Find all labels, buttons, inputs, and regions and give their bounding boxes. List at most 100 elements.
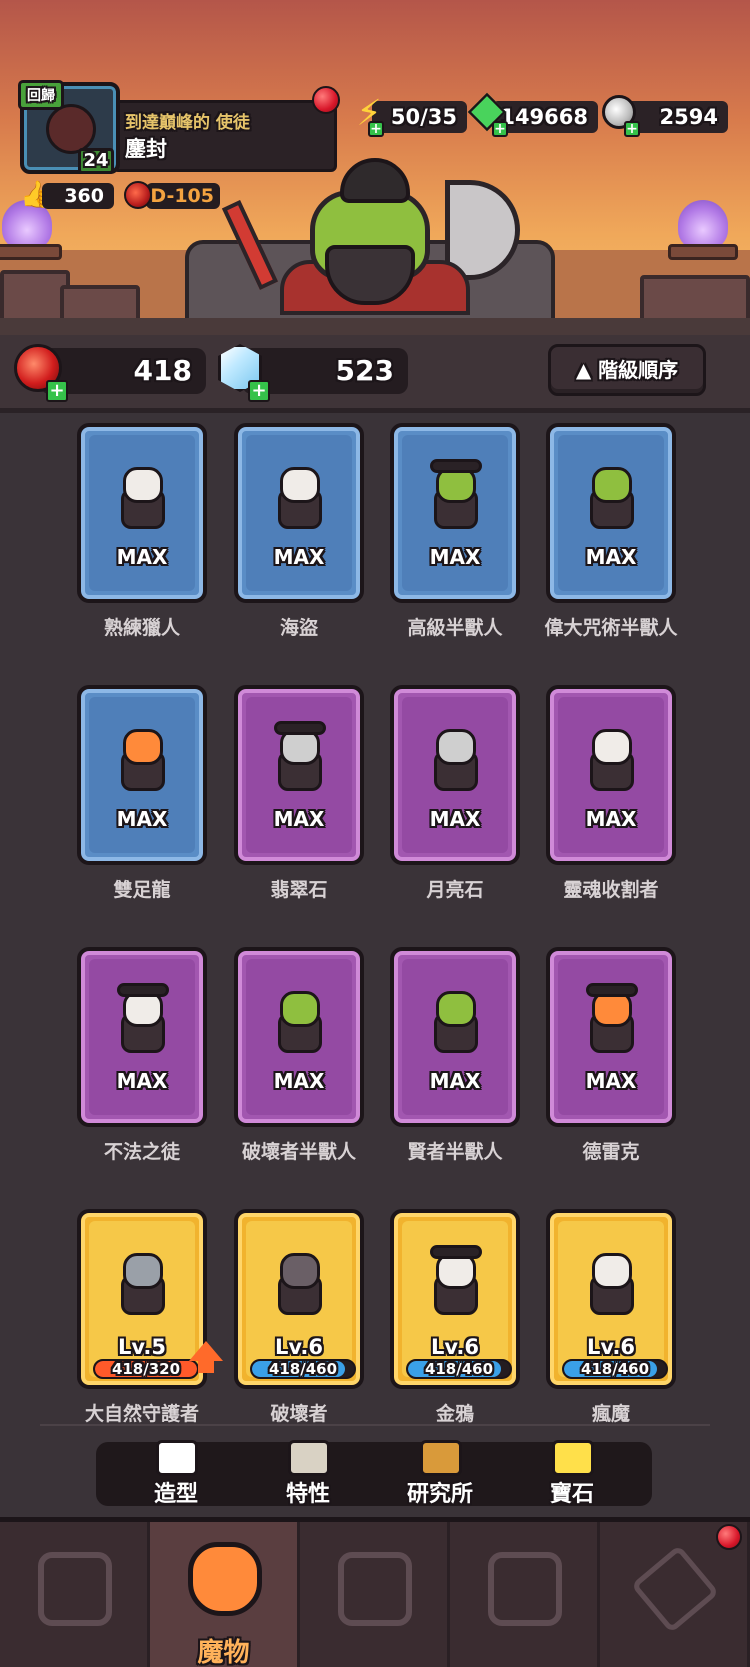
max-label: MAX — [429, 1069, 481, 1093]
madness-icon — [580, 1249, 644, 1319]
rank-emblem-icon — [488, 1552, 562, 1626]
monster-card-frame[interactable]: Lv.6 418/460 — [390, 1209, 520, 1389]
costume-icon — [156, 1440, 198, 1476]
add-energy-icon[interactable]: + — [368, 121, 384, 137]
submenu-label: 研究所 — [406, 1482, 473, 1507]
max-label: MAX — [273, 545, 325, 569]
monster-card[interactable]: Lv.5 418/320 大自然守護者 — [77, 1209, 223, 1429]
monster-card-frame[interactable]: MAX — [546, 423, 676, 603]
monster-card[interactable]: MAX 高級半獸人 — [390, 423, 520, 643]
submenu-gem[interactable]: 寶石 — [522, 1440, 622, 1510]
monster-card[interactable]: MAX 不法之徒 — [77, 947, 207, 1167]
monster-name: 金鴉 — [435, 1403, 474, 1425]
monster-card[interactable]: MAX 賢者半獸人 — [390, 947, 520, 1167]
monster-card[interactable]: MAX 靈魂收割者 — [546, 685, 676, 905]
destroyer-orc-icon — [268, 987, 332, 1057]
nav-tab-monster[interactable]: 魔物 — [150, 1522, 300, 1667]
add-crystal-icon[interactable]: + — [248, 380, 270, 402]
likes-count: 360 — [42, 183, 114, 209]
reaper-icon — [580, 725, 644, 795]
notification-dot-icon — [312, 86, 340, 114]
monster-card[interactable]: Lv.6 418/460 金鴉 — [390, 1209, 520, 1429]
monster-name: 熟練獵人 — [103, 617, 180, 639]
add-silver-icon[interactable]: + — [624, 121, 640, 137]
nav-tab-battle-swords[interactable] — [300, 1522, 450, 1667]
monster-card[interactable]: MAX 翡翠石 — [234, 685, 364, 905]
monster-card-frame[interactable]: Lv.5 418/320 — [77, 1209, 207, 1389]
monster-card-frame[interactable]: MAX — [234, 685, 364, 865]
player-name: 鏖封 — [125, 137, 167, 161]
monster-name: 雙足龍 — [113, 879, 171, 901]
monster-name: 破壞者 — [270, 1403, 328, 1425]
monster-name: 高級半獸人 — [407, 617, 503, 639]
monster-card-frame[interactable]: MAX — [77, 947, 207, 1127]
max-label: MAX — [116, 807, 168, 831]
shop-cart-icon — [38, 1552, 112, 1626]
pirate-icon — [268, 463, 332, 533]
monster-card-frame[interactable]: MAX — [390, 947, 520, 1127]
trait-scroll-icon — [288, 1440, 330, 1476]
shard-progress-bar: 418/460 — [406, 1359, 512, 1379]
progress-text: 418/460 — [268, 1360, 338, 1378]
notification-dot-icon — [716, 1524, 742, 1550]
monster-card[interactable]: MAX 破壞者半獸人 — [234, 947, 364, 1167]
submenu-costume[interactable]: 造型 — [126, 1440, 226, 1510]
shard-progress-bar: 418/460 — [562, 1359, 668, 1379]
sort-by-rank-button[interactable]: ▲ 階級順序 — [548, 344, 706, 396]
shard-progress-bar: 418/460 — [250, 1359, 356, 1379]
monster-card-frame[interactable]: MAX — [234, 423, 364, 603]
monster-card[interactable]: MAX 偉大咒術半獸人 — [544, 423, 678, 643]
nav-tab-shop-cart[interactable] — [0, 1522, 150, 1667]
monster-card-frame[interactable]: MAX — [234, 947, 364, 1127]
monster-name: 偉大咒術半獸人 — [544, 617, 678, 639]
monster-card[interactable]: MAX 月亮石 — [390, 685, 520, 905]
monster-card-frame[interactable]: Lv.6 418/460 — [234, 1209, 364, 1389]
monster-card-frame[interactable]: MAX — [390, 423, 520, 603]
max-label: MAX — [585, 545, 637, 569]
monster-card-frame[interactable]: MAX — [77, 423, 207, 603]
emerald-golem-icon — [268, 721, 332, 795]
monster-card-frame[interactable]: MAX — [390, 685, 520, 865]
shard-progress-bar: 418/320 — [93, 1359, 199, 1379]
add-red-gem-icon[interactable]: + — [46, 380, 68, 402]
divider — [40, 1424, 710, 1426]
monster-card[interactable]: MAX 雙足龍 — [77, 685, 207, 905]
monster-name: 破壞者半獸人 — [241, 1141, 356, 1163]
monster-card[interactable]: MAX 德雷克 — [546, 947, 676, 1167]
max-label: MAX — [429, 545, 481, 569]
battle-swords-icon — [338, 1552, 412, 1626]
profile-title: 到達巔峰的 使徒 — [125, 113, 250, 133]
submenu-label: 特性 — [285, 1482, 330, 1507]
ticket-icon — [630, 1544, 720, 1634]
monster-card[interactable]: Lv.6 418/460 破壞者 — [234, 1209, 364, 1429]
monster-card-frame[interactable]: MAX — [546, 947, 676, 1127]
monster-card[interactable]: MAX 海盜 — [234, 423, 364, 643]
progress-text: 418/460 — [580, 1360, 650, 1378]
add-green-gem-icon[interactable]: + — [492, 121, 508, 137]
orc-boss-icon[interactable] — [185, 150, 555, 330]
right-brazier-icon — [668, 200, 738, 260]
hunter-icon — [111, 463, 175, 533]
max-label: MAX — [429, 807, 481, 831]
submenu-trait-scroll[interactable]: 特性 — [258, 1440, 358, 1510]
monster-name: 靈魂收割者 — [563, 879, 659, 901]
monster-card-frame[interactable]: MAX — [546, 685, 676, 865]
golden-crow-icon — [424, 1245, 488, 1319]
progress-text: 418/460 — [424, 1360, 494, 1378]
monster-name: 賢者半獸人 — [407, 1141, 503, 1163]
monster-card-frame[interactable]: MAX — [77, 685, 207, 865]
submenu-research-gear[interactable]: 研究所 — [390, 1440, 490, 1510]
nav-tab-rank-emblem[interactable] — [450, 1522, 600, 1667]
monster-name: 月亮石 — [426, 879, 484, 901]
player-level: 24 — [78, 148, 114, 174]
submenu-label: 寶石 — [549, 1482, 594, 1507]
monster-card[interactable]: Lv.6 418/460 瘋魔 — [546, 1209, 676, 1429]
research-gear-icon — [420, 1440, 462, 1476]
nature-guardian-icon — [111, 1249, 175, 1319]
max-label: MAX — [273, 807, 325, 831]
sage-orc-icon — [424, 987, 488, 1057]
outlaw-icon — [111, 983, 175, 1057]
monster-card-frame[interactable]: Lv.6 418/460 — [546, 1209, 676, 1389]
monster-card[interactable]: MAX 熟練獵人 — [77, 423, 207, 643]
scene-floor — [0, 318, 750, 335]
